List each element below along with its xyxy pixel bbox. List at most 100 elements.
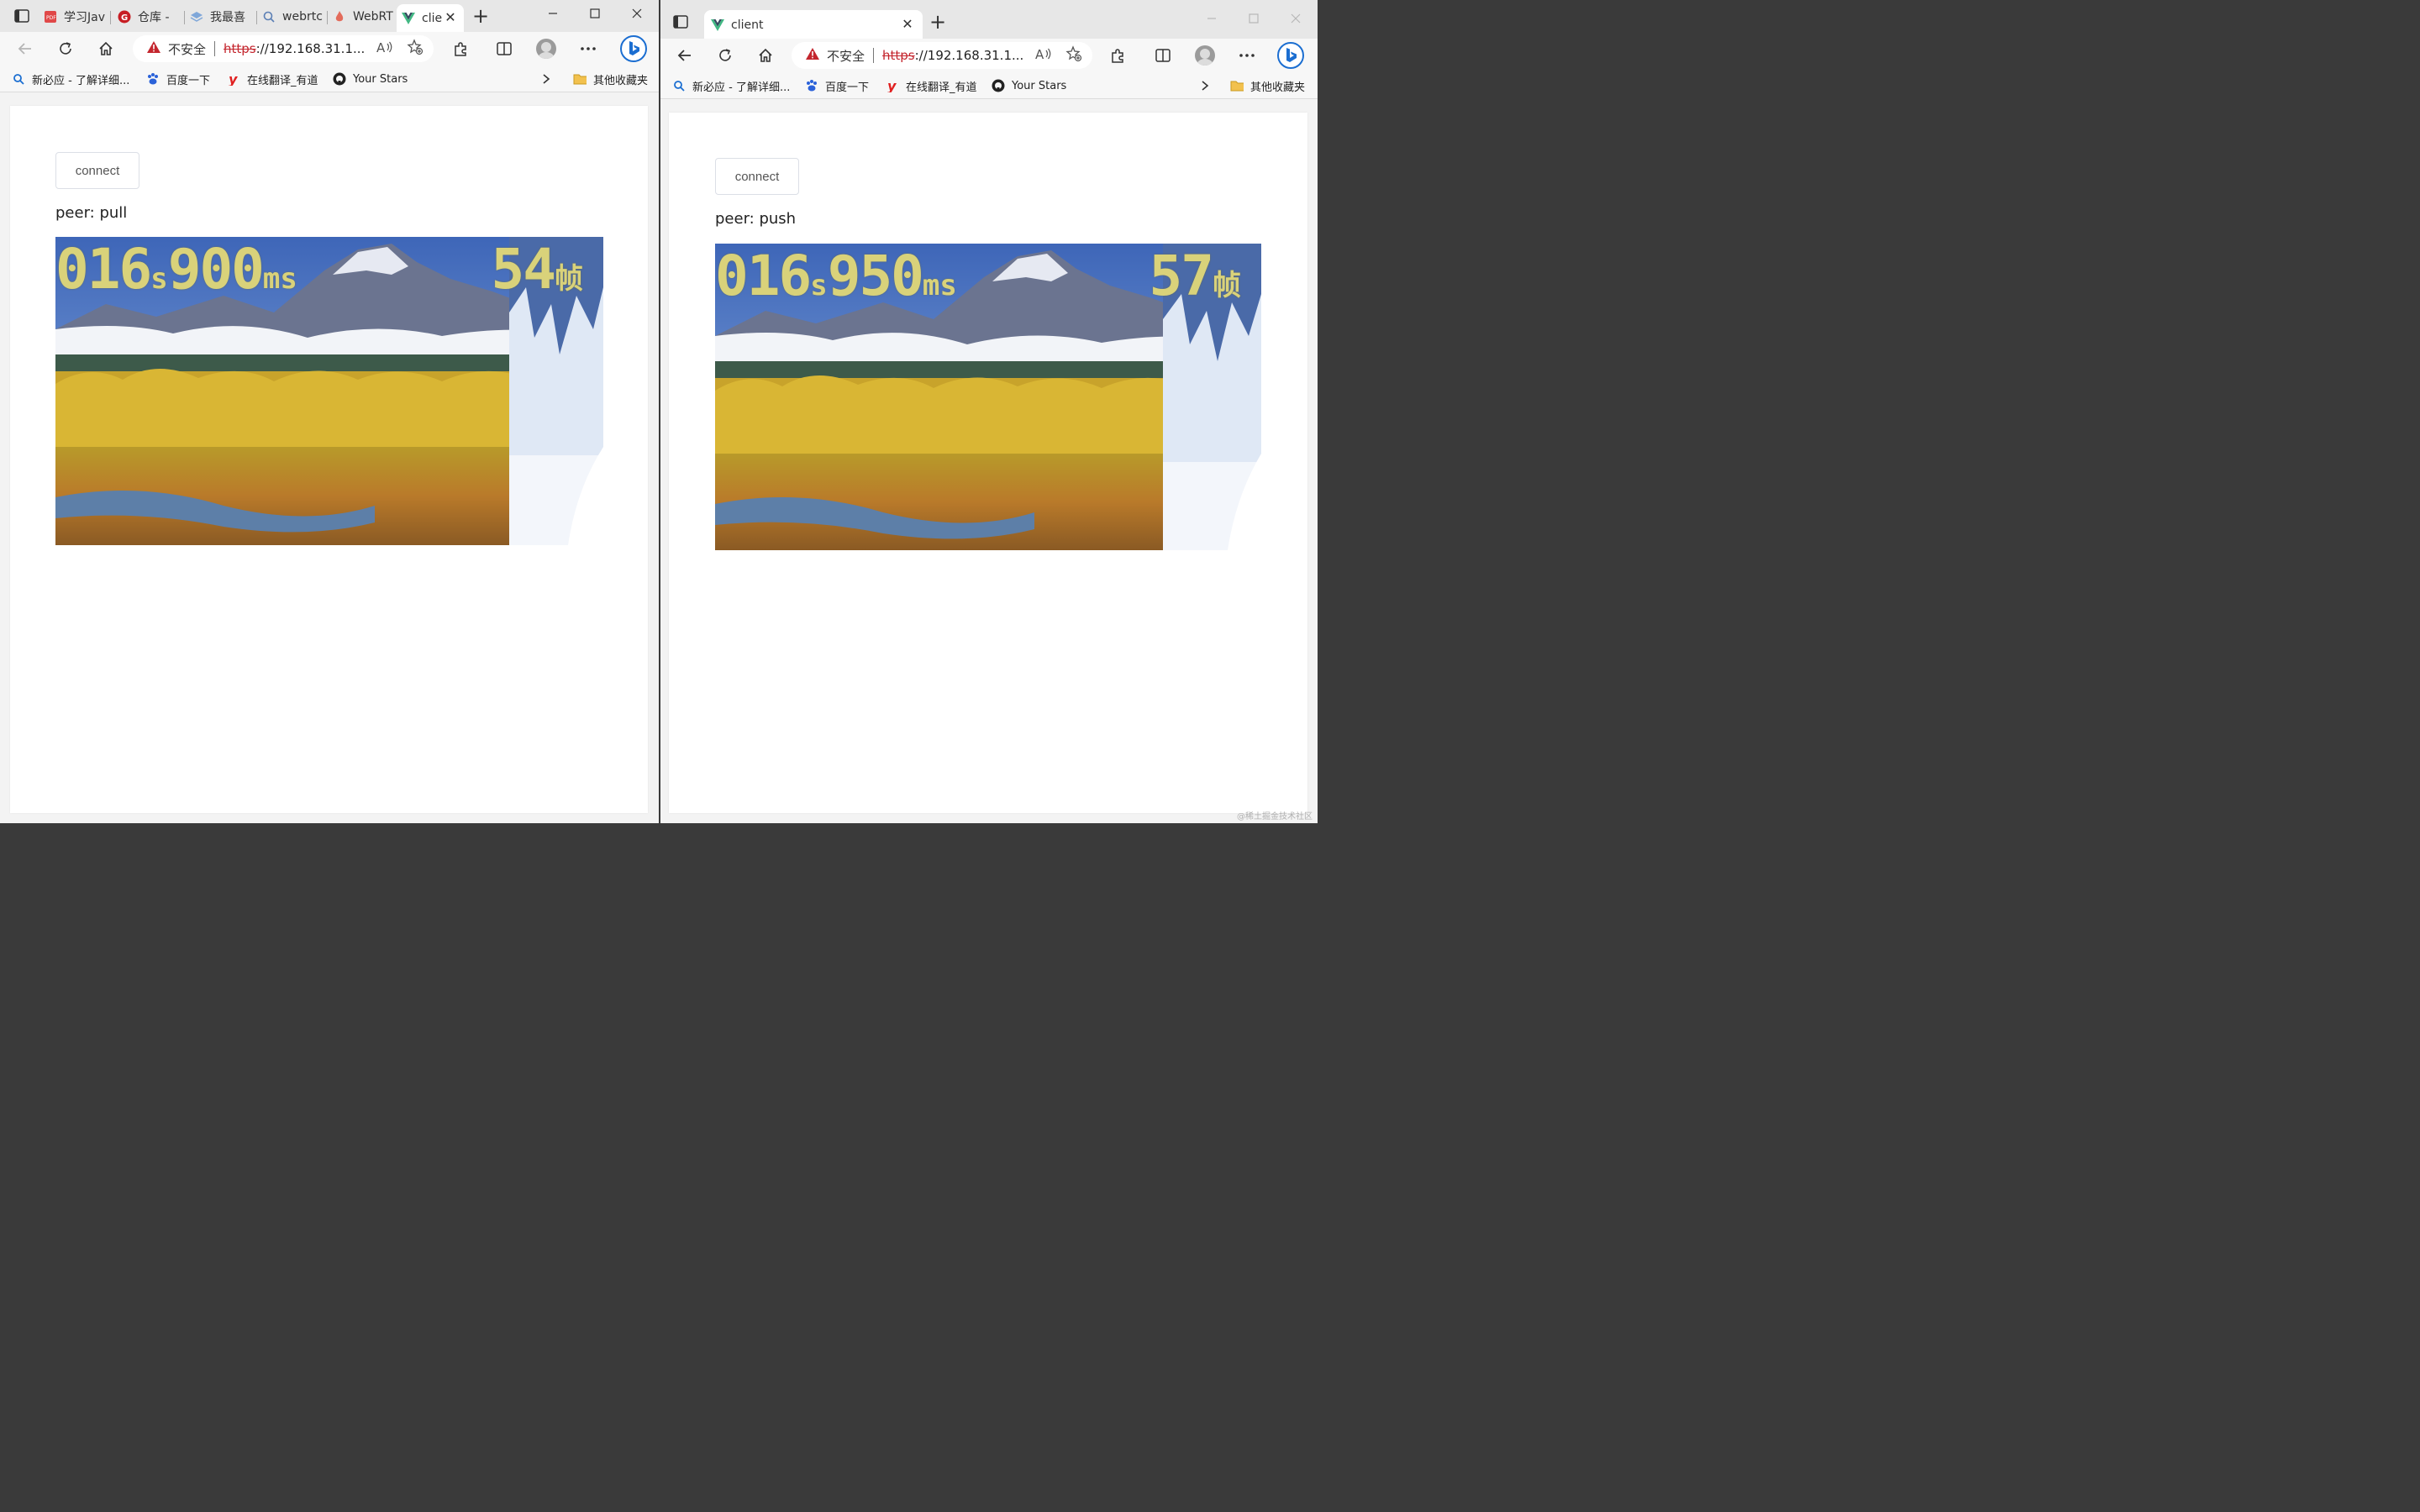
refresh-icon[interactable] xyxy=(52,35,79,62)
bookmark-label: 百度一下 xyxy=(166,74,211,87)
bookmark-baidu[interactable]: 百度一下 xyxy=(146,71,210,87)
tab-client-active[interactable]: client xyxy=(704,10,923,40)
bookmark-label: 新必应 - 了解详细... xyxy=(32,74,130,87)
tab-learn-java[interactable]: PDF 学习Jav xyxy=(44,4,111,29)
bookmark-other-folder[interactable]: 其他收藏夹 xyxy=(573,71,648,87)
refresh-icon[interactable] xyxy=(712,42,739,69)
url-text: ://192.168.31.1... xyxy=(914,48,1024,63)
add-favorite-icon[interactable] xyxy=(1065,45,1082,66)
nav-toolbar: 不安全 https ://192.168.31.1... A xyxy=(660,39,1318,72)
search-icon xyxy=(262,10,276,24)
bookmark-other-folder[interactable]: 其他收藏夹 xyxy=(1230,77,1305,94)
frame-unit: 帧 xyxy=(555,262,583,296)
bookmark-label: 百度一下 xyxy=(825,81,870,94)
bookmark-label: Your Stars xyxy=(1012,79,1067,92)
vue-logo-icon xyxy=(402,12,415,25)
bing-chat-icon[interactable] xyxy=(618,34,649,64)
search-icon xyxy=(12,72,25,86)
page-card: connect peer: push 016s950ms 57帧 xyxy=(669,113,1307,813)
chevron-right-icon[interactable] xyxy=(1200,77,1210,94)
connect-button[interactable]: connect xyxy=(55,152,139,189)
close-tab-icon[interactable]: ✕ xyxy=(442,8,459,25)
maximize-icon[interactable] xyxy=(1237,7,1270,30)
profile-avatar[interactable] xyxy=(1192,42,1218,69)
tab-actions-icon[interactable] xyxy=(667,10,694,34)
split-screen-icon[interactable] xyxy=(1150,42,1176,69)
bookmarks-bar: 新必应 - 了解详细... 百度一下 y 在线翻译_有道 Your Stars … xyxy=(660,72,1318,99)
home-icon[interactable] xyxy=(752,42,779,69)
bookmark-bing[interactable]: 新必应 - 了解详细... xyxy=(12,71,129,87)
more-menu-icon[interactable] xyxy=(575,35,602,62)
frame-unit: 帧 xyxy=(1213,269,1241,302)
back-icon[interactable] xyxy=(671,42,698,69)
bookmark-baidu[interactable]: 百度一下 xyxy=(805,77,869,94)
svg-text:A: A xyxy=(1035,47,1044,60)
browser-window-right: client ✕ + 不安全 https ://192.168.31.1... … xyxy=(660,0,1318,823)
svg-text:y: y xyxy=(229,72,238,86)
browser-window-left: PDF 学习Jav G 仓库 - 我最喜 webrtc WebRT clie ✕ xyxy=(0,0,659,823)
svg-text:G: G xyxy=(121,13,128,23)
close-window-icon[interactable] xyxy=(1279,7,1313,30)
more-menu-icon[interactable] xyxy=(1234,42,1260,69)
milliseconds-value: 950 xyxy=(827,244,924,308)
home-icon[interactable] xyxy=(92,35,119,62)
tab-label: 仓库 - xyxy=(138,11,170,24)
extensions-icon[interactable] xyxy=(447,35,474,62)
back-icon[interactable] xyxy=(12,35,39,62)
tab-webrtc[interactable]: WebRT xyxy=(333,4,393,29)
chevron-right-icon[interactable] xyxy=(541,71,551,87)
layers-icon xyxy=(190,10,203,24)
minimize-icon[interactable] xyxy=(536,2,570,25)
read-aloud-icon[interactable]: A xyxy=(376,40,393,57)
video-player[interactable]: 016s900ms 54帧 xyxy=(55,237,603,545)
youdao-icon: y xyxy=(227,72,240,86)
new-tab-icon[interactable]: + xyxy=(929,12,946,32)
insecure-label: 不安全 xyxy=(827,48,865,64)
tab-repo[interactable]: G 仓库 - xyxy=(118,4,185,29)
github-icon xyxy=(992,79,1005,92)
bookmark-youdao[interactable]: y 在线翻译_有道 xyxy=(886,77,977,94)
seconds-value: 016 xyxy=(715,244,812,308)
new-tab-icon[interactable]: + xyxy=(472,6,489,26)
minimize-icon[interactable] xyxy=(1195,7,1228,30)
gitee-icon: G xyxy=(118,10,131,24)
connect-button[interactable]: connect xyxy=(715,158,799,195)
extensions-icon[interactable] xyxy=(1104,42,1131,69)
tab-strip: PDF 学习Jav G 仓库 - 我最喜 webrtc WebRT clie ✕ xyxy=(0,0,659,32)
tab-label: clie xyxy=(422,11,443,25)
add-favorite-icon[interactable] xyxy=(407,39,424,59)
address-bar[interactable]: 不安全 https ://192.168.31.1... A xyxy=(133,35,434,62)
bookmark-your-stars[interactable]: Your Stars xyxy=(992,77,1066,94)
read-aloud-icon[interactable]: A xyxy=(1035,47,1052,64)
close-tab-icon[interactable]: ✕ xyxy=(899,15,916,32)
frame-value: 54 xyxy=(491,237,556,302)
svg-text:y: y xyxy=(887,79,897,92)
tab-separator xyxy=(256,11,257,24)
milliseconds-unit: ms xyxy=(922,269,957,302)
folder-icon xyxy=(1230,79,1244,92)
tab-webrtc-search[interactable]: webrtc xyxy=(262,4,328,29)
tab-actions-icon[interactable] xyxy=(8,4,35,28)
split-screen-icon[interactable] xyxy=(491,35,518,62)
page-card: connect peer: pull 016s900ms 54帧 xyxy=(10,106,648,813)
bookmark-label: 其他收藏夹 xyxy=(1250,81,1306,94)
address-bar[interactable]: 不安全 https ://192.168.31.1... A xyxy=(792,42,1092,69)
bookmark-youdao[interactable]: y 在线翻译_有道 xyxy=(227,71,318,87)
tab-separator xyxy=(184,11,185,24)
bookmark-label: 在线翻译_有道 xyxy=(906,81,977,94)
tab-label: 学习Jav xyxy=(64,11,105,24)
address-divider xyxy=(873,48,875,63)
video-player[interactable]: 016s950ms 57帧 xyxy=(715,244,1261,550)
milliseconds-unit: ms xyxy=(262,262,297,296)
bookmark-bing[interactable]: 新必应 - 了解详细... xyxy=(672,77,790,94)
search-icon xyxy=(672,79,686,92)
bing-chat-icon[interactable] xyxy=(1276,40,1306,71)
url-scheme: https xyxy=(224,41,256,56)
close-window-icon[interactable] xyxy=(620,2,654,25)
tab-favorite[interactable]: 我最喜 xyxy=(190,4,257,29)
bookmark-your-stars[interactable]: Your Stars xyxy=(333,71,408,87)
page-viewport: connect peer: push 016s950ms 57帧 xyxy=(660,99,1318,823)
profile-avatar[interactable] xyxy=(533,35,560,62)
tab-label: client xyxy=(731,18,764,32)
maximize-icon[interactable] xyxy=(578,2,612,25)
